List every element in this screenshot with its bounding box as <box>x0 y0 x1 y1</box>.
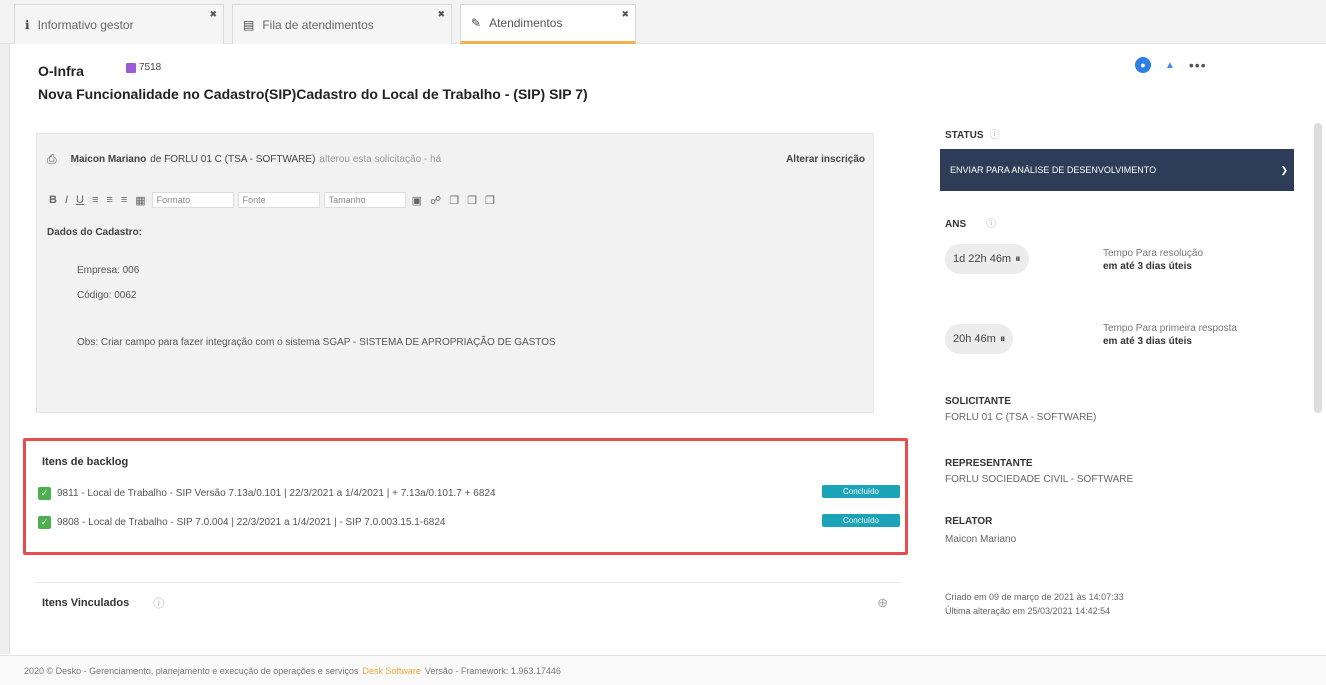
tab-informativo-gestor[interactable]: ℹ Informativo gestor ✖ <box>14 4 224 44</box>
representative-value[interactable]: FORLU SOCIEDADE CIVIL - SOFTWARE <box>945 474 1133 485</box>
backlog-item-text[interactable]: 9811 - Local de Trabalho - SIP Versão 7.… <box>57 488 496 499</box>
check-icon: ✓ <box>38 486 51 500</box>
description-heading: Dados do Cadastro: <box>47 227 143 238</box>
font-select[interactable]: Fonte <box>237 192 320 208</box>
underline-icon[interactable]: U <box>74 194 86 206</box>
ticket-icon: ✎ <box>471 16 482 30</box>
close-icon[interactable]: ✖ <box>209 9 217 20</box>
backlog-section: Itens de backlog ✓ 9811 - Local de Traba… <box>23 438 908 555</box>
backlog-item[interactable]: ✓ 9811 - Local de Trabalho - SIP Versão … <box>38 483 904 503</box>
footer-version: Versão - Framework: 1.963.17446 <box>424 665 561 676</box>
tab-label: Atendimentos <box>489 16 563 30</box>
align-center-icon[interactable]: ≡ <box>104 194 114 206</box>
footer: 2020 © Desko - Gerenciamento, planejamen… <box>0 655 1326 685</box>
close-icon[interactable]: ✖ <box>621 9 629 20</box>
align-left-icon[interactable]: ≡ <box>90 194 100 206</box>
backlog-item-text[interactable]: 9808 - Local de Trabalho - SIP 7.0.004 |… <box>57 517 445 528</box>
sla-desc-text: Tempo Para primeira resposta <box>1103 323 1237 334</box>
sla-note: em até 3 dias úteis <box>1103 335 1192 347</box>
link-icon[interactable]: ☍ <box>428 194 443 207</box>
requester-label: SOLICITANTE <box>945 396 1011 407</box>
issue-key[interactable]: O-Infra <box>38 63 84 79</box>
description-line: Código: 0062 <box>77 290 137 301</box>
vote-icon[interactable]: ▲ <box>1165 60 1175 71</box>
tab-fila-atendimentos[interactable]: ▤ Fila de atendimentos ✖ <box>232 4 452 44</box>
linked-items-label: Itens Vinculados <box>42 596 130 609</box>
linked-items-section: Itens Vinculados ⓘ ⊕ <box>36 582 900 622</box>
watch-icon[interactable]: ● <box>1135 57 1151 73</box>
paste-icon[interactable]: ❐ <box>465 194 479 207</box>
description-card: ⎙ Maicon Mariano de FORLU 01 C (TSA - SO… <box>36 133 874 413</box>
paste-text-icon[interactable]: ❐ <box>483 194 497 207</box>
sla-resolution-timer: 1d 22h 46m ⏸ <box>945 244 1029 274</box>
backlog-item[interactable]: ✓ 9808 - Local de Trabalho - SIP 7.0.004… <box>38 512 904 532</box>
pause-icon: ⏸ <box>1015 252 1021 265</box>
sla-desc-text: Tempo Para resolução <box>1103 248 1204 259</box>
reporter-value[interactable]: Maicon Mariano <box>945 534 1016 545</box>
sla-time: 20h 46m <box>953 333 996 345</box>
add-link-icon[interactable]: ⊕ <box>877 595 888 611</box>
help-icon[interactable]: ⓘ <box>986 219 996 230</box>
more-icon[interactable]: ••• <box>1189 57 1207 73</box>
updated-date: Última alteração em 25/03/2021 14:42:54 <box>945 606 1111 616</box>
status-label: STATUS ⓘ <box>945 126 1000 141</box>
description-body[interactable]: Dados do Cadastro: Empresa: 006 Código: … <box>47 226 556 348</box>
action-text: alterou esta solicitação - há <box>319 154 442 165</box>
queue-icon: ▤ <box>243 17 255 32</box>
bold-icon[interactable]: B <box>47 194 59 206</box>
footer-brand-link[interactable]: Desk Software <box>362 666 421 676</box>
printer-icon[interactable]: ⎙ <box>47 152 57 167</box>
pause-icon: ⏸ <box>999 332 1006 345</box>
sla-first-response-timer: 20h 46m ⏸ <box>945 324 1014 354</box>
author-name[interactable]: Maicon Mariano <box>71 154 147 165</box>
format-select[interactable]: Formato <box>151 192 234 208</box>
tag-icon <box>126 62 136 73</box>
list-icon[interactable]: ≡ <box>119 194 129 206</box>
sla-first-response-desc: Tempo Para primeira resposta em até 3 di… <box>1103 323 1253 348</box>
copy-icon[interactable]: ❐ <box>447 194 461 207</box>
status-label-text: STATUS <box>945 130 984 141</box>
sla-resolution-desc: Tempo Para resolução em até 3 dias úteis <box>1103 248 1203 273</box>
tab-atendimentos[interactable]: ✎ Atendimentos ✖ <box>460 4 636 44</box>
left-frame <box>0 44 10 654</box>
tab-label: Fila de atendimentos <box>262 17 374 32</box>
sla-time: 1d 22h 46m <box>953 253 1012 265</box>
size-select[interactable]: Tamanho <box>323 192 406 208</box>
italic-icon[interactable]: I <box>63 194 70 206</box>
created-date: Criado em 09 de março de 2021 às 14:07:3… <box>945 592 1124 602</box>
top-actions: ● ▲ ••• <box>1135 57 1207 73</box>
representative-label: REPRESENTANTE <box>945 458 1033 469</box>
close-icon[interactable]: ✖ <box>437 9 445 20</box>
description-line: Obs: Criar campo para fazer integração c… <box>77 337 556 348</box>
tab-label: Informativo gestor <box>37 17 134 32</box>
status-badge: Concluído <box>822 485 900 498</box>
change-inscription-link[interactable]: Alterar inscrição <box>786 154 865 165</box>
requester-value[interactable]: FORLU 01 C (TSA - SOFTWARE) <box>945 412 1096 423</box>
check-icon: ✓ <box>38 515 51 529</box>
issue-title: Nova Funcionalidade no Cadastro(SIP)Cada… <box>38 86 588 102</box>
status-value: ENVIAR PARA ANÁLISE DE DESENVOLVIMENTO <box>950 165 1157 175</box>
help-icon[interactable]: ⓘ <box>990 130 1000 141</box>
right-panel-scrollbar[interactable] <box>1314 123 1322 413</box>
image-icon[interactable]: ▣ <box>410 194 424 207</box>
status-badge: Concluído <box>822 514 900 527</box>
reporter-label: RELATOR <box>945 516 993 527</box>
info-icon: ℹ <box>25 17 30 32</box>
ans-label: ANS ⓘ <box>945 215 996 230</box>
editor-toolbar: B I U ≡ ≡ ≡ ▦ Formato Fonte Tamanho ▣ ☍ … <box>47 192 497 208</box>
ans-label-text: ANS <box>945 219 967 230</box>
description-line: Empresa: 006 <box>77 265 140 276</box>
backlog-title: Itens de backlog <box>42 456 129 468</box>
status-transition-button[interactable]: ENVIAR PARA ANÁLISE DE DESENVOLVIMENTO ❯ <box>940 149 1294 191</box>
help-icon[interactable]: ⓘ <box>153 595 164 611</box>
footer-text: 2020 © Desko - Gerenciamento, planejamen… <box>24 665 359 676</box>
chevron-right-icon: ❯ <box>1280 164 1288 175</box>
tag-label: 7518 <box>139 62 162 73</box>
tab-bar: ℹ Informativo gestor ✖ ▤ Fila de atendim… <box>0 0 1326 44</box>
issue-tag[interactable]: 7518 <box>126 62 161 73</box>
description-header: ⎙ Maicon Mariano de FORLU 01 C (TSA - SO… <box>47 152 865 167</box>
table-icon[interactable]: ▦ <box>133 194 147 207</box>
sla-note: em até 3 dias úteis <box>1103 260 1192 272</box>
author-company: de FORLU 01 C (TSA - SOFTWARE) <box>150 154 316 165</box>
